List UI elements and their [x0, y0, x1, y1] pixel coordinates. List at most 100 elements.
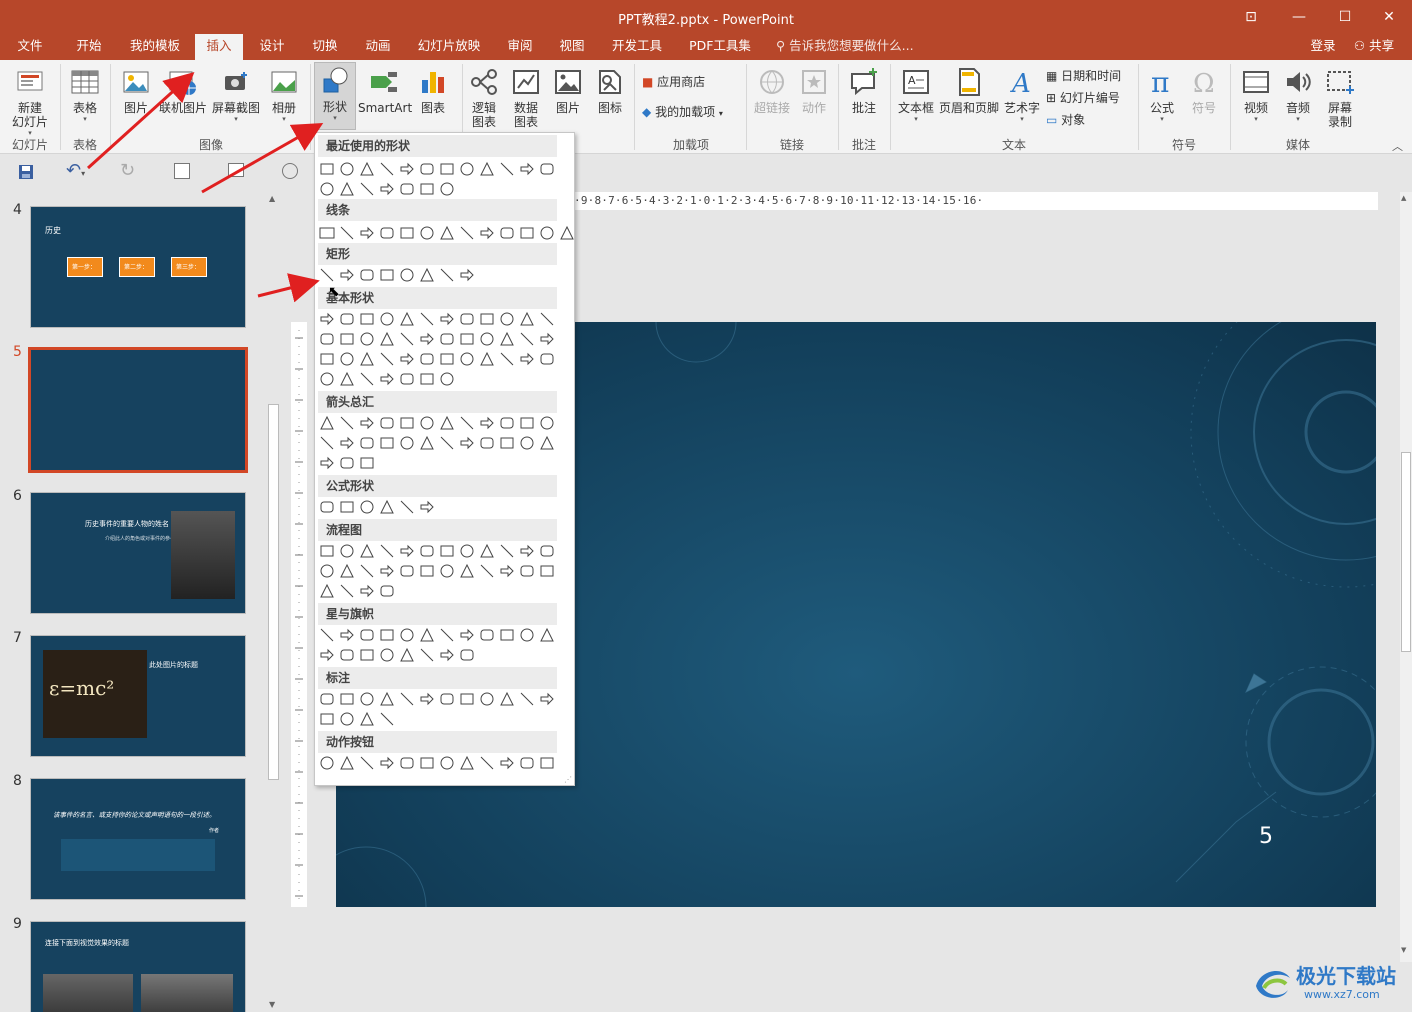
slide-thumbnail[interactable]: 该事件的名言、或支持你的论文或声明语句的一段引述。 作者: [30, 778, 246, 900]
shape-item[interactable]: [399, 371, 415, 387]
shape-item[interactable]: [399, 647, 415, 663]
close-button[interactable]: ✕: [1366, 0, 1412, 34]
maximize-button[interactable]: ☐: [1322, 0, 1368, 34]
shape-item[interactable]: [319, 691, 335, 707]
shape-item[interactable]: [519, 331, 535, 347]
shape-item[interactable]: [459, 647, 475, 663]
shape-item[interactable]: [419, 691, 435, 707]
shape-item[interactable]: [399, 161, 415, 177]
shape-item[interactable]: [399, 691, 415, 707]
shape-item[interactable]: [479, 311, 495, 327]
shape-item[interactable]: [519, 563, 535, 579]
shape-item[interactable]: [419, 161, 435, 177]
shape-item[interactable]: [539, 691, 555, 707]
tab-my-templates[interactable]: 我的模板: [122, 34, 188, 60]
equation-button[interactable]: π 公式 ▾: [1142, 64, 1182, 123]
shape-item[interactable]: [359, 499, 375, 515]
scroll-thumb[interactable]: [268, 404, 279, 780]
shape-item[interactable]: [499, 563, 515, 579]
shape-item[interactable]: [519, 543, 535, 559]
shape-item[interactable]: [419, 331, 435, 347]
shape-item[interactable]: [479, 627, 495, 643]
shape-item[interactable]: [379, 711, 395, 727]
scroll-up-icon[interactable]: ▲: [269, 194, 275, 203]
shape-item[interactable]: [339, 435, 355, 451]
thumbnails-scrollbar[interactable]: ▲ ▼: [266, 190, 282, 1012]
shape-item[interactable]: [419, 543, 435, 559]
data-chart-button[interactable]: 数据 图表: [506, 64, 546, 129]
shape-item[interactable]: [419, 371, 435, 387]
shape-item[interactable]: [459, 691, 475, 707]
slide-number-button[interactable]: ⊞ 幻灯片编号: [1046, 88, 1120, 108]
shape-item[interactable]: [419, 499, 435, 515]
shape-item[interactable]: [379, 691, 395, 707]
tab-pdf-tools[interactable]: PDF工具集: [682, 34, 758, 60]
shape-item[interactable]: [439, 647, 455, 663]
tell-me-search[interactable]: ⚲ 告诉我您想要做什么...: [776, 34, 916, 60]
shape-item[interactable]: [399, 267, 415, 283]
tab-file[interactable]: 文件: [8, 34, 52, 60]
shape-item[interactable]: [379, 267, 395, 283]
shape-item[interactable]: [499, 225, 515, 241]
shape-item[interactable]: [519, 627, 535, 643]
shape-item[interactable]: [459, 225, 475, 241]
shape-item[interactable]: [359, 583, 375, 599]
shape-item[interactable]: [499, 415, 515, 431]
shape-item[interactable]: [359, 351, 375, 367]
shape-item[interactable]: [399, 311, 415, 327]
shape-item[interactable]: [339, 225, 355, 241]
redo-icon[interactable]: ↻: [120, 160, 135, 181]
shape-item[interactable]: [439, 435, 455, 451]
shape-item[interactable]: [439, 627, 455, 643]
shape-item[interactable]: [379, 371, 395, 387]
shape-item[interactable]: [419, 647, 435, 663]
shape-item[interactable]: [359, 563, 375, 579]
action-button[interactable]: 动作: [796, 64, 832, 115]
slide-thumbnail[interactable]: ε=mc² 此处图片的标题: [30, 635, 246, 757]
shape-item[interactable]: [319, 627, 335, 643]
slide-thumbnail[interactable]: 连接下面到视觉效果的标题: [30, 921, 246, 1012]
shape-item[interactable]: [319, 543, 335, 559]
shape-item[interactable]: [339, 415, 355, 431]
shape-item[interactable]: [319, 311, 335, 327]
shape-item[interactable]: [319, 161, 335, 177]
shape-item[interactable]: [399, 351, 415, 367]
tab-developer[interactable]: 开发工具: [604, 34, 670, 60]
shape-item[interactable]: [319, 371, 335, 387]
picture2-button[interactable]: 图片: [548, 64, 588, 115]
shape-item[interactable]: [519, 755, 535, 771]
shape-item[interactable]: [379, 627, 395, 643]
shape-item[interactable]: [499, 627, 515, 643]
comment-button[interactable]: 批注: [842, 64, 886, 115]
shape-item[interactable]: [419, 225, 435, 241]
shape-item[interactable]: [459, 311, 475, 327]
video-button[interactable]: 视频 ▾: [1236, 64, 1276, 123]
shape-item[interactable]: [419, 627, 435, 643]
scroll-down-icon[interactable]: ▼: [1401, 946, 1406, 954]
tab-view[interactable]: 视图: [550, 34, 594, 60]
tab-slideshow[interactable]: 幻灯片放映: [412, 34, 486, 60]
shape-item[interactable]: [439, 755, 455, 771]
shape-item[interactable]: [439, 563, 455, 579]
shape-item[interactable]: [499, 435, 515, 451]
hyperlink-button[interactable]: 超链接: [750, 64, 794, 115]
shape-item[interactable]: [499, 311, 515, 327]
shape-item[interactable]: [339, 563, 355, 579]
shape-item[interactable]: [439, 311, 455, 327]
shape-item[interactable]: [539, 627, 555, 643]
shape-item[interactable]: [519, 161, 535, 177]
shape-item[interactable]: [419, 435, 435, 451]
login-button[interactable]: 登录: [1304, 34, 1342, 60]
shape-item[interactable]: [339, 543, 355, 559]
ribbon-display-options-icon[interactable]: ⊡: [1228, 0, 1274, 34]
object-button[interactable]: ▭ 对象: [1046, 110, 1085, 130]
shape-item[interactable]: [339, 331, 355, 347]
shape-item[interactable]: [379, 331, 395, 347]
shape-item[interactable]: [499, 755, 515, 771]
shape-item[interactable]: [539, 161, 555, 177]
shape-item[interactable]: [379, 311, 395, 327]
shape-item[interactable]: [339, 583, 355, 599]
shape-item[interactable]: [439, 371, 455, 387]
store-button[interactable]: ■ 应用商店: [642, 72, 705, 92]
slide-thumbnail-selected[interactable]: [28, 347, 248, 473]
